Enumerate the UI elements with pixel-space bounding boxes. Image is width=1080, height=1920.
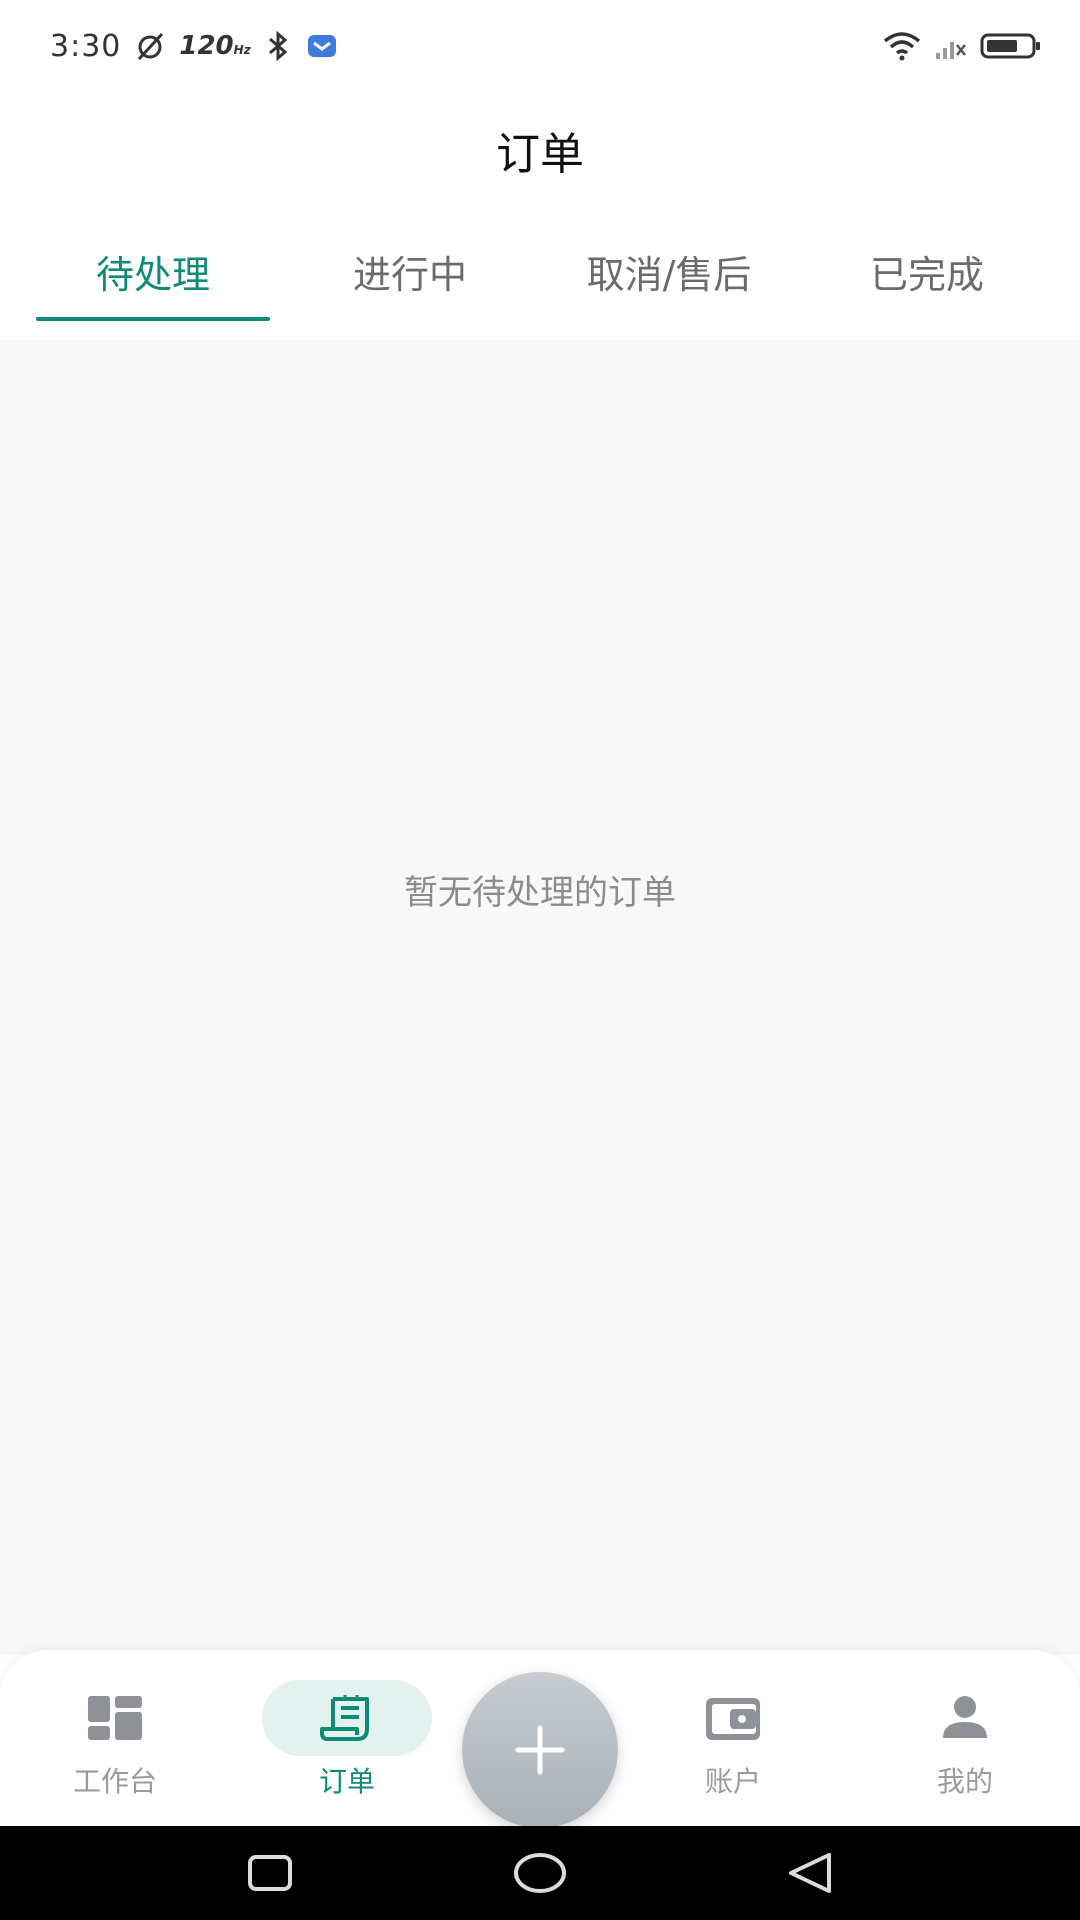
app-notification-icon xyxy=(307,35,336,57)
status-bar-left: 3:30 120Hz xyxy=(50,26,339,66)
home-button[interactable] xyxy=(510,1848,570,1898)
nav-item-account[interactable]: 账户 xyxy=(648,1680,818,1800)
back-button[interactable] xyxy=(780,1848,840,1898)
back-icon xyxy=(789,1853,831,1893)
tab-label: 取消/售后 xyxy=(586,253,752,297)
status-bar: 3:30 120Hz xyxy=(0,0,1080,90)
tab-in-progress[interactable]: 进行中 xyxy=(305,250,515,320)
signal-icon xyxy=(936,42,966,59)
page-title: 订单 xyxy=(496,129,584,180)
wallet-icon xyxy=(706,1698,760,1740)
tab-pending[interactable]: 待处理 xyxy=(36,250,270,320)
add-order-fab[interactable] xyxy=(462,1672,618,1828)
nav-item-profile[interactable]: 我的 xyxy=(880,1680,1050,1800)
wifi-icon xyxy=(883,32,921,61)
nav-label: 订单 xyxy=(318,1765,375,1798)
recent-apps-icon xyxy=(248,1855,292,1891)
tab-label: 已完成 xyxy=(869,253,984,297)
person-icon xyxy=(943,1696,987,1738)
recent-apps-button[interactable] xyxy=(240,1848,300,1898)
order-list-icon xyxy=(320,1695,369,1741)
order-list-area[interactable]: 暂无待处理的订单 xyxy=(0,340,1080,1655)
active-tab-indicator xyxy=(36,317,270,321)
tab-label: 进行中 xyxy=(352,253,467,297)
nav-item-orders[interactable]: 订单 xyxy=(262,1680,432,1800)
nav-label: 我的 xyxy=(936,1765,993,1798)
empty-state-message: 暂无待处理的订单 xyxy=(404,873,676,913)
tab-label: 待处理 xyxy=(95,253,210,297)
plus-icon xyxy=(515,1725,565,1775)
home-icon xyxy=(514,1853,566,1893)
order-status-tabs: 待处理 进行中 取消/售后 已完成 xyxy=(0,230,1080,340)
bluetooth-icon xyxy=(268,31,287,61)
alarm-off-icon xyxy=(138,32,164,61)
nav-item-workbench[interactable]: 工作台 xyxy=(30,1680,200,1800)
system-navigation-bar xyxy=(0,1826,1080,1920)
nav-label: 账户 xyxy=(704,1765,761,1798)
refresh-rate: 120Hz xyxy=(179,31,251,61)
bottom-navigation: 工作台 订单 账户 我的 xyxy=(0,1650,1080,1828)
tab-completed[interactable]: 已完成 xyxy=(822,250,1032,320)
battery-icon xyxy=(980,33,1040,59)
status-bar-right xyxy=(882,26,1042,66)
status-time: 3:30 xyxy=(50,28,122,64)
nav-label: 工作台 xyxy=(72,1765,157,1798)
dashboard-icon xyxy=(88,1696,142,1740)
tab-cancel-after-sales[interactable]: 取消/售后 xyxy=(548,250,790,320)
